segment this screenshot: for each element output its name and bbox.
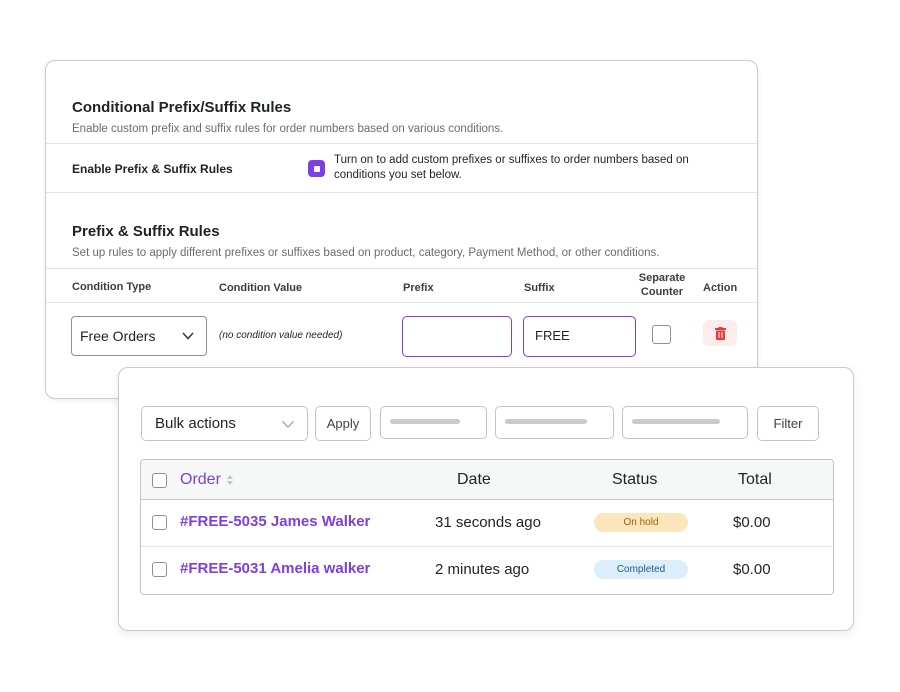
row-checkbox[interactable]: [152, 562, 167, 577]
order-link[interactable]: #FREE-5035 James Walker: [180, 513, 370, 530]
order-total: $0.00: [733, 514, 771, 531]
section-subtitle: Enable custom prefix and suffix rules fo…: [72, 123, 504, 135]
placeholder-bar: [632, 419, 720, 424]
status-badge: Completed: [594, 560, 688, 579]
section-title: Conditional Prefix/Suffix Rules: [72, 99, 292, 116]
status-column-header: Status: [612, 471, 658, 488]
rules-title: Prefix & Suffix Rules: [72, 223, 220, 240]
col-suffix: Suffix: [524, 282, 555, 294]
condition-value-note: (no condition value needed): [219, 330, 343, 341]
status-badge: On hold: [594, 513, 688, 532]
bulk-actions-label: Bulk actions: [155, 415, 236, 432]
table-row[interactable]: #FREE-5035 James Walker 31 seconds ago O…: [141, 500, 833, 547]
chevron-down-icon: [281, 420, 295, 429]
orders-table: Order Date Status Total #FREE-5035 James…: [140, 459, 834, 595]
delete-rule-button[interactable]: [703, 320, 737, 346]
col-separate-counter: Separate Counter: [634, 271, 690, 299]
enable-rules-checkbox[interactable]: [308, 160, 325, 177]
col-separate-counter-line1: Separate: [638, 272, 686, 284]
filter-button[interactable]: Filter: [757, 406, 819, 441]
bulk-actions-select[interactable]: Bulk actions: [141, 406, 308, 441]
orders-list-card: Bulk actions Apply Filter Order Date Sta…: [118, 367, 854, 631]
table-row[interactable]: #FREE-5031 Amelia walker 2 minutes ago C…: [141, 547, 833, 594]
chevron-down-icon: [182, 332, 194, 340]
col-action: Action: [703, 282, 738, 294]
divider: [46, 192, 757, 193]
prefix-input[interactable]: [402, 316, 512, 357]
select-all-checkbox[interactable]: [152, 473, 167, 488]
condition-type-select[interactable]: Free Orders: [71, 316, 207, 356]
order-date: 2 minutes ago: [435, 561, 530, 578]
checkbox-checked-indicator: [313, 165, 320, 172]
condition-type-value: Free Orders: [80, 328, 156, 344]
col-condition-value: Condition Value: [219, 282, 303, 294]
trash-icon: [714, 326, 726, 340]
sort-icon: [226, 474, 233, 485]
order-total: $0.00: [733, 561, 771, 578]
order-header-label: Order: [180, 471, 221, 488]
enable-rules-description: Turn on to add custom prefixes or suffix…: [334, 154, 689, 181]
apply-button[interactable]: Apply: [315, 406, 371, 441]
total-column-header: Total: [738, 471, 772, 488]
enable-rules-label: Enable Prefix & Suffix Rules: [72, 162, 233, 176]
prefix-suffix-settings-card: Conditional Prefix/Suffix Rules Enable c…: [45, 60, 758, 399]
placeholder-bar: [390, 419, 460, 424]
filter-dropdown-placeholder[interactable]: [380, 406, 487, 439]
order-column-header[interactable]: Order: [180, 471, 234, 489]
filter-dropdown-placeholder[interactable]: [495, 406, 614, 439]
divider: [46, 302, 757, 303]
suffix-input[interactable]: FREE: [523, 316, 636, 357]
date-column-header: Date: [457, 471, 491, 488]
placeholder-bar: [505, 419, 587, 424]
separate-counter-checkbox[interactable]: [652, 325, 671, 344]
order-date: 31 seconds ago: [435, 514, 541, 531]
col-prefix: Prefix: [403, 282, 434, 294]
row-checkbox[interactable]: [152, 515, 167, 530]
filter-dropdown-placeholder[interactable]: [622, 406, 748, 439]
col-separate-counter-line2: Counter: [640, 286, 684, 298]
rules-subtitle: Set up rules to apply different prefixes…: [72, 247, 660, 259]
table-header: Order Date Status Total: [141, 460, 833, 500]
col-condition-type: Condition Type: [72, 281, 152, 293]
divider: [46, 268, 757, 269]
order-link[interactable]: #FREE-5031 Amelia walker: [180, 560, 370, 577]
divider: [46, 143, 757, 144]
